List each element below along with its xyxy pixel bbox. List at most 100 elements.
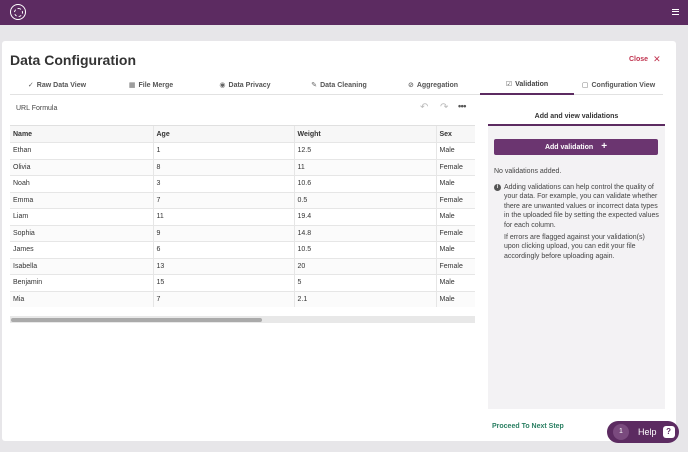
tab-validation[interactable]: ☑ Validation bbox=[480, 75, 574, 95]
undo-icon[interactable]: ↶ bbox=[420, 102, 428, 113]
table-row: Ethan 1 12.5 Male bbox=[10, 142, 475, 160]
redo-icon[interactable]: ↷ bbox=[440, 102, 448, 113]
scrollbar-thumb[interactable] bbox=[11, 317, 262, 322]
table-cell: Sophia bbox=[10, 225, 154, 242]
add-validation-label: Add validation bbox=[544, 143, 594, 151]
table-cell: 2.1 bbox=[294, 291, 437, 307]
close-icon: ✕ bbox=[653, 54, 661, 64]
tab-data-cleaning[interactable]: ✎ Data Cleaning bbox=[292, 75, 386, 95]
column-header-weight[interactable]: Weight bbox=[294, 126, 437, 143]
url-formula-label[interactable]: URL Formula bbox=[16, 105, 57, 112]
info-icon: i bbox=[494, 184, 501, 191]
checkbox-icon: ☑ bbox=[505, 81, 513, 88]
table-cell: Female bbox=[436, 225, 475, 242]
table-cell: 3 bbox=[153, 175, 295, 193]
tab-label: Data Cleaning bbox=[320, 81, 367, 89]
table-cell: Male bbox=[436, 142, 475, 160]
check-circle-icon: ✓ bbox=[27, 82, 34, 89]
table-cell: Mia bbox=[10, 291, 154, 307]
plus-icon: + bbox=[601, 141, 608, 152]
table-cell: 19.4 bbox=[294, 208, 437, 226]
page-title: Data Configuration bbox=[10, 52, 136, 68]
tab-bar: ✓ Raw Data View ▦ File Merge ◉ Data Priv… bbox=[10, 75, 663, 95]
column-header-age[interactable]: Age bbox=[153, 126, 295, 143]
table-cell: Male bbox=[436, 208, 475, 226]
clipboard-icon: ▢ bbox=[581, 82, 589, 89]
table-cell: 13 bbox=[153, 258, 295, 275]
table-row: Emma 7 0.5 Female bbox=[10, 192, 475, 209]
table-cell: 10.5 bbox=[294, 241, 437, 259]
add-validation-button[interactable]: Add validation + bbox=[494, 139, 658, 155]
table-cell: Male bbox=[436, 291, 475, 307]
tab-aggregation[interactable]: ⊘ Aggregation bbox=[386, 75, 480, 95]
table-cell: Male bbox=[436, 274, 475, 292]
help-notification-badge: 1 bbox=[613, 424, 629, 440]
help-label: Help bbox=[638, 427, 657, 437]
empty-validations-text: No validations added. bbox=[494, 168, 562, 175]
table-row: Olivia 8 11 Female bbox=[10, 159, 475, 176]
table-cell: Emma bbox=[10, 192, 154, 209]
table-cell: 5 bbox=[294, 274, 437, 292]
table-cell: 20 bbox=[294, 258, 437, 275]
table-icon: ▦ bbox=[128, 82, 136, 89]
data-table: Name Age Weight Sex Ethan 1 12.5 Male Olivi… bbox=[10, 125, 475, 307]
top-bar bbox=[0, 0, 688, 25]
more-options-icon[interactable]: ••• bbox=[458, 101, 466, 111]
validation-error-info-text: If errors are flagged against your valid… bbox=[504, 234, 645, 260]
help-question-icon: ? bbox=[662, 426, 675, 438]
column-header-sex[interactable]: Sex bbox=[436, 126, 475, 143]
table-cell: 6 bbox=[153, 241, 295, 259]
table-cell: James bbox=[10, 241, 154, 259]
eye-icon: ◉ bbox=[219, 82, 226, 89]
tab-label: Data Privacy bbox=[228, 81, 271, 89]
tab-label: Aggregation bbox=[416, 81, 459, 89]
table-cell: 7 bbox=[153, 192, 295, 209]
tab-label: Configuration View bbox=[591, 81, 656, 89]
tab-file-merge[interactable]: ▦ File Merge bbox=[104, 75, 198, 95]
table-cell: Male bbox=[436, 241, 475, 259]
proceed-to-next-step-button[interactable]: Proceed To Next Step bbox=[492, 423, 564, 430]
table-cell: 11 bbox=[153, 208, 295, 226]
table-cell: 15 bbox=[153, 274, 295, 292]
tab-label: Validation bbox=[515, 80, 549, 88]
table-cell: 9 bbox=[153, 225, 295, 242]
logo-icon[interactable] bbox=[10, 4, 26, 20]
table-cell: Male bbox=[436, 175, 475, 193]
table-row: Mia 7 2.1 Male bbox=[10, 291, 475, 307]
table-cell: Liam bbox=[10, 208, 154, 226]
table-cell: 10.6 bbox=[294, 175, 437, 193]
table-cell: Isabella bbox=[10, 258, 154, 275]
table-row: James 6 10.5 Male bbox=[10, 241, 475, 259]
table-row: Liam 11 19.4 Male bbox=[10, 208, 475, 226]
table-cell: Noah bbox=[10, 175, 154, 193]
validation-panel-title: Add and view validations bbox=[488, 108, 665, 126]
edit-icon: ✎ bbox=[311, 82, 318, 89]
hamburger-menu-icon[interactable] bbox=[672, 9, 679, 15]
table-row: Sophia 9 14.8 Female bbox=[10, 225, 475, 242]
tab-data-privacy[interactable]: ◉ Data Privacy bbox=[198, 75, 292, 95]
table-cell: 14.8 bbox=[294, 225, 437, 242]
close-label: Close bbox=[629, 56, 649, 63]
help-button[interactable]: 1 Help ? bbox=[607, 421, 679, 443]
table-cell: 8 bbox=[153, 159, 295, 176]
tab-configuration-view[interactable]: ▢ Configuration View bbox=[574, 75, 663, 95]
horizontal-scrollbar[interactable] bbox=[10, 316, 475, 323]
tab-raw-data-view[interactable]: ✓ Raw Data View bbox=[10, 75, 104, 95]
table-row: Noah 3 10.6 Male bbox=[10, 175, 475, 193]
table-cell: 1 bbox=[153, 142, 295, 160]
table-cell: 7 bbox=[153, 291, 295, 307]
table-row: Isabella 13 20 Female bbox=[10, 258, 475, 275]
table-cell: Female bbox=[436, 258, 475, 275]
table-row: Benjamin 15 5 Male bbox=[10, 274, 475, 292]
table-header-row: Name Age Weight Sex bbox=[10, 126, 475, 143]
table-cell: 11 bbox=[294, 159, 437, 176]
close-button[interactable]: Close ✕ bbox=[629, 54, 661, 64]
table-cell: 12.5 bbox=[294, 142, 437, 160]
column-header-name[interactable]: Name bbox=[10, 126, 154, 143]
tab-label: File Merge bbox=[138, 81, 174, 89]
validation-panel: Add and view validations Add validation … bbox=[488, 108, 665, 409]
table-cell: Benjamin bbox=[10, 274, 154, 292]
table-cell: Female bbox=[436, 192, 475, 209]
aggregation-icon: ⊘ bbox=[407, 82, 414, 89]
table-cell: 0.5 bbox=[294, 192, 437, 209]
